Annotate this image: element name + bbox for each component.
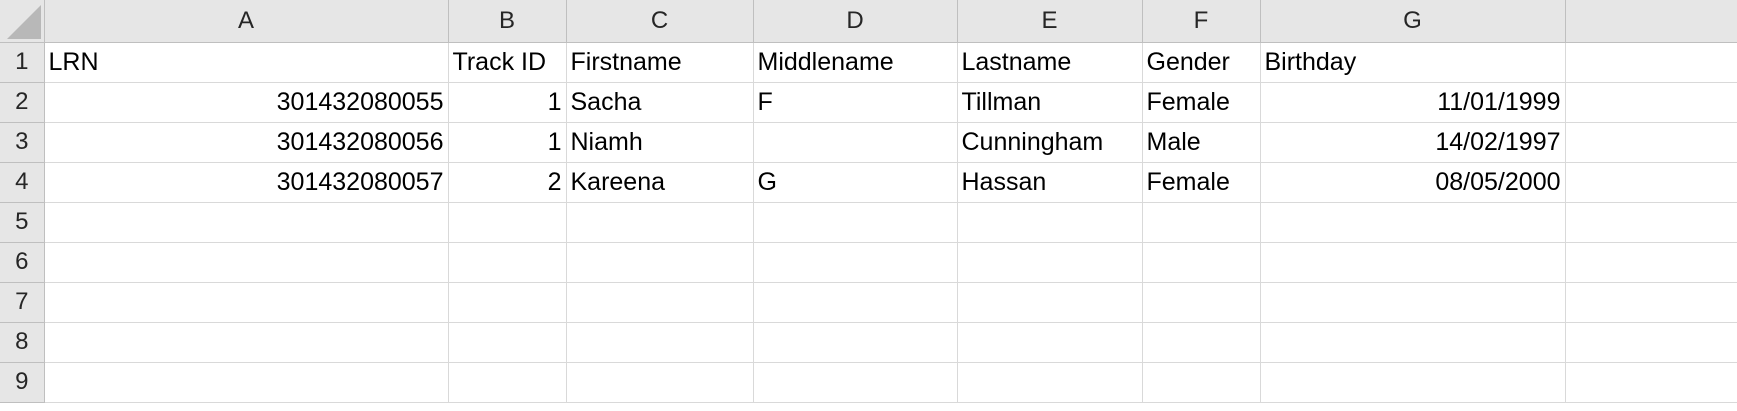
- cell-f8[interactable]: [1142, 322, 1261, 363]
- cell-a2[interactable]: 301432080055: [44, 82, 449, 123]
- cell-c1[interactable]: Firstname: [566, 42, 754, 83]
- cell-g9[interactable]: [1260, 362, 1566, 403]
- row-header-1[interactable]: 1: [0, 42, 45, 83]
- cell-f3[interactable]: Male: [1142, 122, 1261, 163]
- cell-c4[interactable]: Kareena: [566, 162, 754, 203]
- cell-c2[interactable]: Sacha: [566, 82, 754, 123]
- cell-c5[interactable]: [566, 202, 754, 243]
- cell-b5[interactable]: [448, 202, 567, 243]
- worksheet-grid: A B C D E F G 1 LRN Track ID Firstname M…: [0, 0, 1737, 403]
- cell-h5[interactable]: [1565, 202, 1737, 243]
- cell-c7[interactable]: [566, 282, 754, 323]
- cell-b8[interactable]: [448, 322, 567, 363]
- cell-a6[interactable]: [44, 242, 449, 283]
- cell-e4[interactable]: Hassan: [957, 162, 1143, 203]
- column-header-c[interactable]: C: [566, 0, 754, 43]
- cell-a4[interactable]: 301432080057: [44, 162, 449, 203]
- cell-h7[interactable]: [1565, 282, 1737, 323]
- column-header-h[interactable]: [1565, 0, 1737, 43]
- spreadsheet: A B C D E F G 1 LRN Track ID Firstname M…: [0, 0, 1737, 411]
- cell-e1[interactable]: Lastname: [957, 42, 1143, 83]
- cell-a9[interactable]: [44, 362, 449, 403]
- cell-f4[interactable]: Female: [1142, 162, 1261, 203]
- cell-h9[interactable]: [1565, 362, 1737, 403]
- cell-e2[interactable]: Tillman: [957, 82, 1143, 123]
- cell-b9[interactable]: [448, 362, 567, 403]
- cell-g6[interactable]: [1260, 242, 1566, 283]
- cell-a7[interactable]: [44, 282, 449, 323]
- cell-h4[interactable]: [1565, 162, 1737, 203]
- cell-h8[interactable]: [1565, 322, 1737, 363]
- cell-h3[interactable]: [1565, 122, 1737, 163]
- column-header-b[interactable]: B: [448, 0, 567, 43]
- cell-b4[interactable]: 2: [448, 162, 567, 203]
- column-header-f[interactable]: F: [1142, 0, 1261, 43]
- row-header-5[interactable]: 5: [0, 202, 45, 243]
- cell-d8[interactable]: [753, 322, 958, 363]
- column-header-g[interactable]: G: [1260, 0, 1566, 43]
- cell-c9[interactable]: [566, 362, 754, 403]
- row-header-9[interactable]: 9: [0, 362, 45, 403]
- cell-g7[interactable]: [1260, 282, 1566, 323]
- cell-b7[interactable]: [448, 282, 567, 323]
- cell-d9[interactable]: [753, 362, 958, 403]
- cell-e9[interactable]: [957, 362, 1143, 403]
- cell-c3[interactable]: Niamh: [566, 122, 754, 163]
- cell-g8[interactable]: [1260, 322, 1566, 363]
- cell-e8[interactable]: [957, 322, 1143, 363]
- cell-g2[interactable]: 11/01/1999: [1260, 82, 1566, 123]
- cell-d4[interactable]: G: [753, 162, 958, 203]
- cell-b1[interactable]: Track ID: [448, 42, 567, 83]
- column-header-e[interactable]: E: [957, 0, 1143, 43]
- row-header-2[interactable]: 2: [0, 82, 45, 123]
- cell-e3[interactable]: Cunningham: [957, 122, 1143, 163]
- cell-g5[interactable]: [1260, 202, 1566, 243]
- select-all-triangle-icon: [6, 4, 41, 39]
- cell-b6[interactable]: [448, 242, 567, 283]
- cell-d7[interactable]: [753, 282, 958, 323]
- cell-b3[interactable]: 1: [448, 122, 567, 163]
- cell-f9[interactable]: [1142, 362, 1261, 403]
- cell-c6[interactable]: [566, 242, 754, 283]
- cell-g1[interactable]: Birthday: [1260, 42, 1566, 83]
- cell-f6[interactable]: [1142, 242, 1261, 283]
- column-header-a[interactable]: A: [44, 0, 449, 43]
- cell-f7[interactable]: [1142, 282, 1261, 323]
- cell-d3[interactable]: [753, 122, 958, 163]
- cell-f2[interactable]: Female: [1142, 82, 1261, 123]
- cell-f5[interactable]: [1142, 202, 1261, 243]
- cell-g4[interactable]: 08/05/2000: [1260, 162, 1566, 203]
- cell-e6[interactable]: [957, 242, 1143, 283]
- cell-c8[interactable]: [566, 322, 754, 363]
- cell-a1[interactable]: LRN: [44, 42, 449, 83]
- cell-e5[interactable]: [957, 202, 1143, 243]
- cell-h6[interactable]: [1565, 242, 1737, 283]
- cell-a3[interactable]: 301432080056: [44, 122, 449, 163]
- cell-a8[interactable]: [44, 322, 449, 363]
- cell-e7[interactable]: [957, 282, 1143, 323]
- cell-d2[interactable]: F: [753, 82, 958, 123]
- column-header-d[interactable]: D: [753, 0, 958, 43]
- cell-h1[interactable]: [1565, 42, 1737, 83]
- cell-d1[interactable]: Middlename: [753, 42, 958, 83]
- cell-d6[interactable]: [753, 242, 958, 283]
- row-header-8[interactable]: 8: [0, 322, 45, 363]
- row-header-7[interactable]: 7: [0, 282, 45, 323]
- select-all-button[interactable]: [0, 0, 45, 43]
- cell-h2[interactable]: [1565, 82, 1737, 123]
- cell-g3[interactable]: 14/02/1997: [1260, 122, 1566, 163]
- row-header-3[interactable]: 3: [0, 122, 45, 163]
- row-header-6[interactable]: 6: [0, 242, 45, 283]
- cell-d5[interactable]: [753, 202, 958, 243]
- cell-f1[interactable]: Gender: [1142, 42, 1261, 83]
- row-header-4[interactable]: 4: [0, 162, 45, 203]
- cell-b2[interactable]: 1: [448, 82, 567, 123]
- cell-a5[interactable]: [44, 202, 449, 243]
